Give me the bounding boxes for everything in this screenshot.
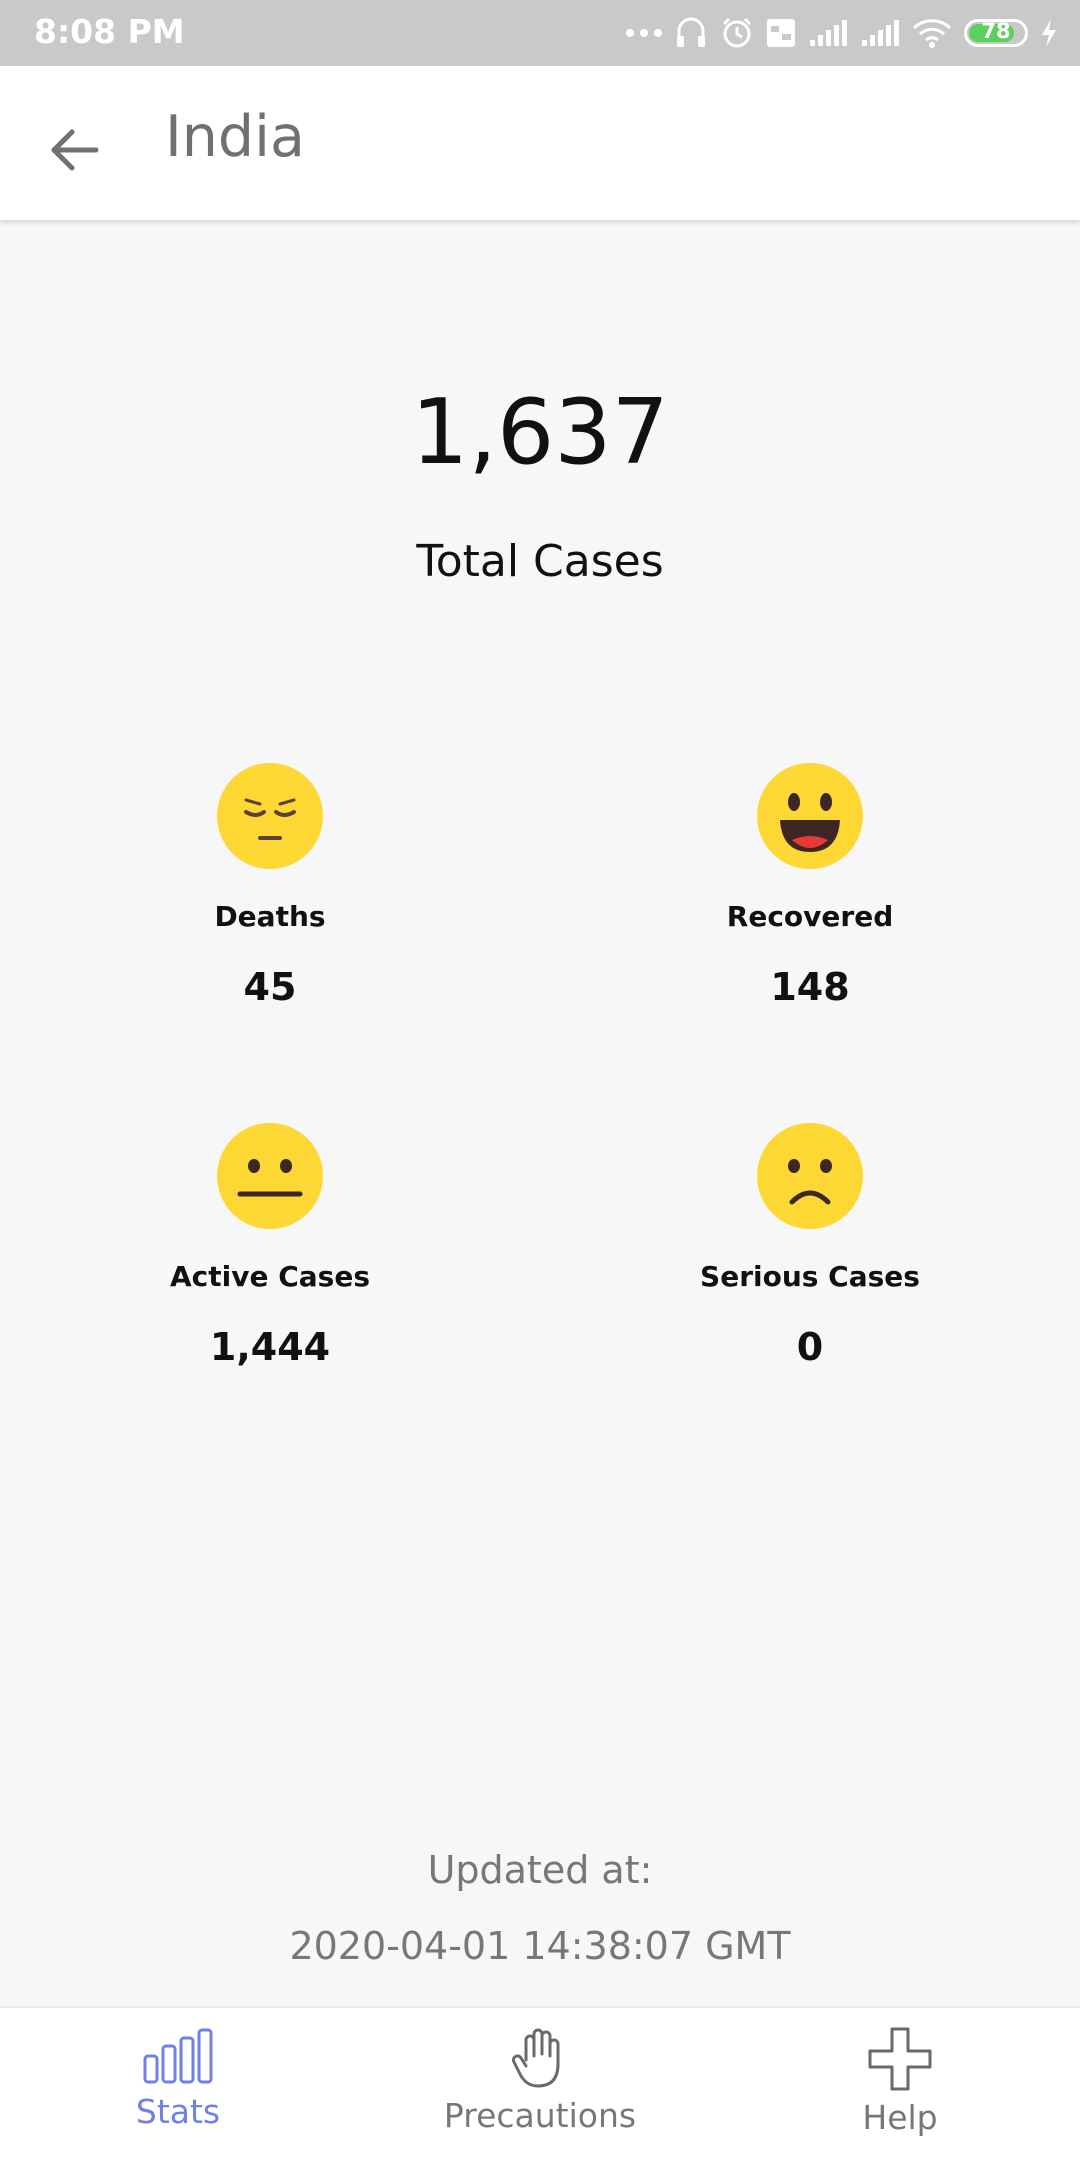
status-icons: 78 (626, 10, 1058, 56)
pensive-face-icon (217, 763, 323, 869)
updated-timestamp: 2020-04-01 14:38:07 GMT (289, 1924, 791, 1968)
battery-icon: 78 (964, 19, 1028, 47)
stat-active: Active Cases 1,444 (80, 1122, 460, 1369)
stat-recovered: Recovered 148 (620, 762, 1000, 1009)
battery-level: 78 (981, 19, 1011, 43)
back-button[interactable] (36, 110, 116, 190)
nav-precautions[interactable]: Precautions (390, 2008, 690, 2162)
arrow-back-icon (51, 129, 99, 171)
stat-serious: Serious Cases 0 (620, 1122, 1000, 1369)
stat-serious-label: Serious Cases (700, 1260, 920, 1293)
page-title: India (165, 104, 305, 170)
stat-deaths-value: 45 (243, 965, 297, 1009)
stat-serious-value: 0 (796, 1325, 824, 1369)
charging-icon (1042, 19, 1056, 47)
bottom-nav: Stats Precautions Help (0, 2006, 1080, 2162)
volte-icon (767, 19, 795, 47)
stat-recovered-label: Recovered (726, 900, 894, 933)
updated-label: Updated at: (427, 1848, 653, 1892)
stat-deaths-label: Deaths (214, 900, 326, 933)
hand-icon (512, 2028, 560, 2088)
stat-recovered-value: 148 (770, 965, 850, 1009)
alarm-icon (722, 17, 752, 48)
bar-chart-icon (143, 2028, 213, 2084)
total-cases-value: 1,637 (411, 380, 669, 485)
plus-icon (868, 2027, 932, 2091)
stat-deaths: Deaths 45 (80, 762, 460, 1009)
stat-active-value: 1,444 (209, 1325, 331, 1369)
neutral-face-icon (217, 1123, 323, 1229)
status-bar: 8:08 PM 78 (0, 0, 1080, 66)
total-cases-label: Total Cases (416, 536, 664, 587)
headset-icon (677, 17, 705, 47)
app-bar: India (0, 66, 1080, 220)
nav-stats-label: Stats (135, 2092, 221, 2131)
stat-active-label: Active Cases (169, 1260, 370, 1293)
nav-help-label: Help (862, 2098, 938, 2137)
nav-help[interactable]: Help (750, 2008, 1050, 2162)
more-icon (626, 29, 662, 37)
status-time: 8:08 PM (34, 12, 185, 51)
grinning-face-icon (757, 763, 863, 869)
frowning-face-icon (757, 1123, 863, 1229)
wifi-icon (912, 19, 952, 48)
signal-icon (862, 20, 899, 46)
nav-stats[interactable]: Stats (28, 2008, 328, 2162)
signal-icon (810, 20, 847, 46)
nav-precautions-label: Precautions (443, 2096, 637, 2135)
